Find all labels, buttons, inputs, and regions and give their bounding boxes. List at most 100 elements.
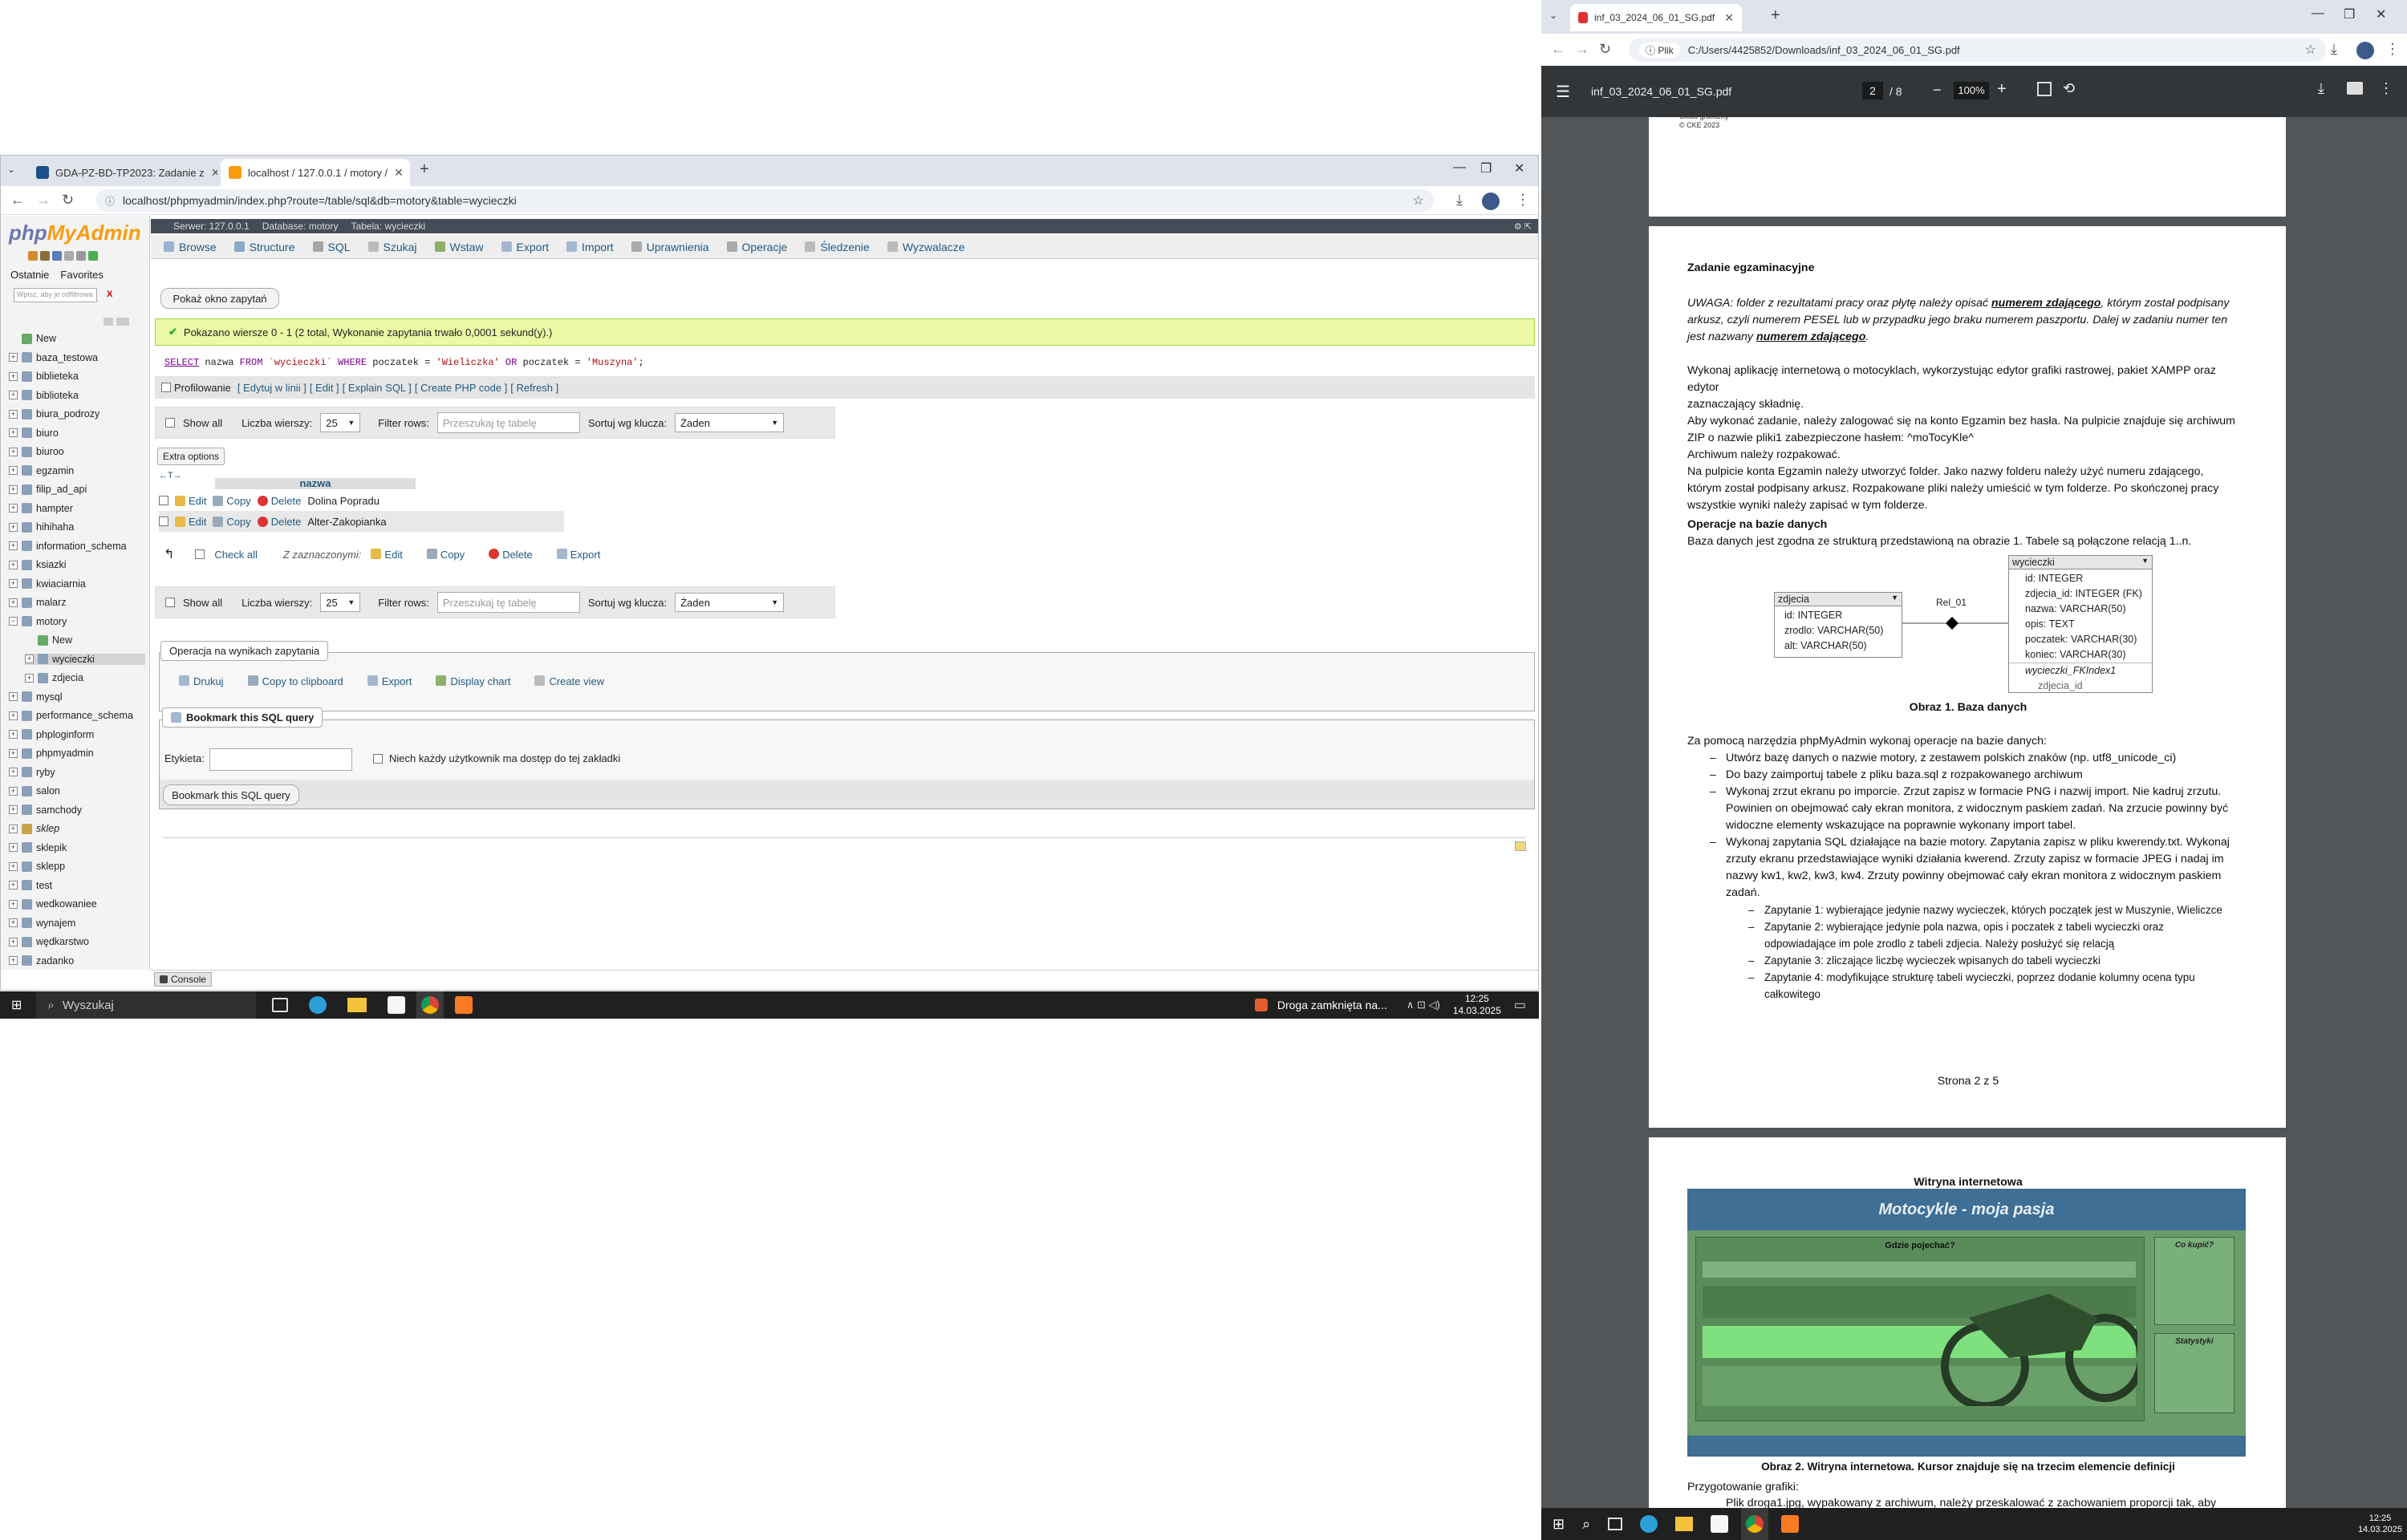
expand-icon[interactable]: + [9, 805, 18, 814]
expand-icon[interactable]: + [9, 937, 18, 946]
close-window-icon[interactable]: ✕ [2376, 6, 2386, 22]
fit-page-icon[interactable] [2037, 82, 2052, 96]
minimize-icon[interactable]: — [2312, 6, 2324, 21]
sidebar-db-item[interactable]: + biura_podrozy [9, 408, 99, 419]
zoom-input[interactable]: 100% [1954, 82, 1989, 99]
tab-phpmyadmin[interactable]: localhost / 127.0.0.1 / motory / ✕ [221, 159, 410, 186]
settings-gear-icon[interactable]: ⚙ ⇱ [1514, 221, 1532, 232]
sort-select[interactable]: Żaden ▼ [675, 593, 785, 612]
sidebar-db-item[interactable]: + hampter [9, 503, 73, 514]
close-tab-icon[interactable]: ✕ [211, 166, 217, 180]
restore-icon[interactable]: ❐ [2344, 6, 2355, 22]
download-pdf-icon[interactable]: ⤓ [2318, 80, 2324, 97]
tab-sql[interactable]: SQL [312, 241, 351, 253]
page-number-input[interactable]: 2 [1862, 82, 1883, 99]
sidebar-db-item[interactable]: +New [9, 333, 56, 344]
task-view-icon[interactable] [272, 998, 289, 1012]
expand-icon[interactable]: + [9, 918, 18, 927]
explorer-icon[interactable] [347, 998, 367, 1012]
expand-icon[interactable]: + [9, 466, 18, 475]
sidebar-db-item[interactable]: + wycieczki [25, 653, 145, 665]
close-tab-icon[interactable]: ✕ [1724, 11, 1734, 25]
breadcrumb-server[interactable]: Serwer: 127.0.0.1 [173, 221, 250, 232]
tab-search-icon[interactable]: ⌄ [1549, 10, 1557, 21]
new-tab-button[interactable]: + [1771, 6, 1780, 25]
sidebar-db-item[interactable]: + samchody [9, 804, 82, 816]
expand-icon[interactable]: + [9, 428, 18, 437]
db-filter-input[interactable]: Wpisz, aby je odfiltrowa [14, 288, 97, 302]
rows-select[interactable]: 25 ▼ [320, 593, 361, 612]
copy-link[interactable]: Copy [213, 516, 251, 528]
restore-icon[interactable]: ❐ [1480, 160, 1492, 176]
cell-nazwa[interactable]: Dolina Popradu [307, 495, 380, 507]
explain-link[interactable]: [ Explain SQL ] [343, 382, 412, 394]
expand-icon[interactable]: + [9, 522, 18, 532]
download-icon[interactable]: ⤓ [2331, 41, 2337, 58]
expand-icon[interactable]: + [9, 768, 18, 776]
sidebar-db-item[interactable]: + biuro [9, 428, 59, 439]
expand-icon[interactable]: + [9, 353, 18, 362]
sidebar-db-item[interactable]: + zadanko [9, 955, 74, 967]
download-icon[interactable]: ⤓ [1456, 192, 1463, 209]
sidebar-db-item[interactable]: + biblioteka [9, 390, 79, 401]
sidebar-db-item[interactable]: + sklepp [9, 861, 65, 872]
sidebar-db-item[interactable]: + test [9, 880, 52, 891]
check-all-label[interactable]: Check all [214, 549, 257, 561]
sidebar-db-item[interactable]: + information_schema [9, 541, 127, 552]
inline-edit-link[interactable]: [ Edytuj w linii ] [237, 382, 306, 394]
delete-link[interactable]: Delete [257, 516, 301, 528]
print-button[interactable]: Drukuj [179, 675, 224, 687]
tab-insert[interactable]: Wstaw [434, 241, 484, 253]
expand-icon[interactable]: − [9, 617, 18, 626]
expand-icon[interactable]: + [9, 748, 18, 758]
bulk-export-button[interactable]: Export [556, 548, 600, 561]
sidebar-db-item[interactable]: + egzamin [9, 465, 74, 476]
show-all-checkbox[interactable] [165, 418, 175, 428]
expand-icon[interactable]: + [9, 861, 18, 871]
tab-import[interactable]: Import [566, 241, 614, 253]
profile-avatar[interactable] [1482, 192, 1500, 210]
edge-icon[interactable] [1640, 1515, 1658, 1533]
bookmark-star-icon[interactable]: ☆ [1413, 192, 1424, 209]
copy-clipboard-button[interactable]: Copy to clipboard [247, 675, 343, 687]
back-icon[interactable]: ← [1551, 41, 1565, 58]
tab-privileges[interactable]: Uprawnienia [631, 241, 709, 253]
reload-nav-icon[interactable] [88, 251, 98, 261]
delete-link[interactable]: Delete [257, 495, 301, 507]
create-php-link[interactable]: [ Create PHP code ] [415, 382, 507, 394]
create-view-button[interactable]: Create view [534, 675, 604, 687]
xampp-icon[interactable] [1781, 1515, 1800, 1533]
sidebar-db-item[interactable]: + wynajem [9, 918, 75, 929]
menu-dots-icon[interactable]: ⋮ [2385, 41, 2400, 58]
bookmark-button[interactable]: Bookmark this SQL query [163, 784, 299, 805]
refresh-link[interactable]: [ Refresh ] [510, 382, 558, 394]
show-all-checkbox[interactable] [165, 598, 175, 607]
tab-export[interactable]: Export [501, 241, 549, 253]
forward-icon[interactable]: → [36, 192, 51, 209]
windows-start-icon[interactable]: ⊞ [1553, 1516, 1565, 1533]
tab-tracking[interactable]: Śledzenie [805, 241, 870, 253]
bookmark-public-checkbox[interactable] [373, 754, 383, 764]
sidebar-db-item[interactable]: + ksiazki [9, 559, 67, 570]
expand-icon[interactable]: + [9, 409, 18, 419]
close-window-icon[interactable]: ✕ [1514, 160, 1524, 176]
taskbar-search-input[interactable]: ⌕ Wyszukaj [36, 991, 257, 1019]
edit-link[interactable]: [ Edit ] [310, 382, 339, 394]
clock[interactable]: 12:25 14.03.2025 [1453, 993, 1501, 1017]
pma-logo[interactable]: phpMyAdmin [9, 221, 141, 245]
chrome-taskbar-button[interactable] [1741, 1508, 1769, 1540]
zoom-in-icon[interactable]: + [1997, 80, 2007, 99]
expand-icon[interactable]: + [9, 371, 18, 381]
expand-icon[interactable]: + [9, 541, 18, 550]
breadcrumb-database[interactable]: Database: motory [262, 221, 339, 232]
sidebar-db-item[interactable]: +New [25, 634, 72, 646]
column-arrows[interactable]: ←T→ [159, 471, 182, 480]
reload-icon[interactable]: ↻ [62, 192, 74, 209]
tab-structure[interactable]: Structure [233, 241, 295, 253]
expand-icon[interactable]: + [9, 824, 18, 833]
bookmark-label-input[interactable] [209, 748, 352, 771]
expand-icon[interactable]: + [9, 484, 18, 494]
link-main-panel-icon[interactable] [116, 318, 129, 326]
menu-dots-icon[interactable]: ⋮ [1516, 192, 1530, 209]
tab-search-icon[interactable]: ⌄ [7, 164, 15, 175]
